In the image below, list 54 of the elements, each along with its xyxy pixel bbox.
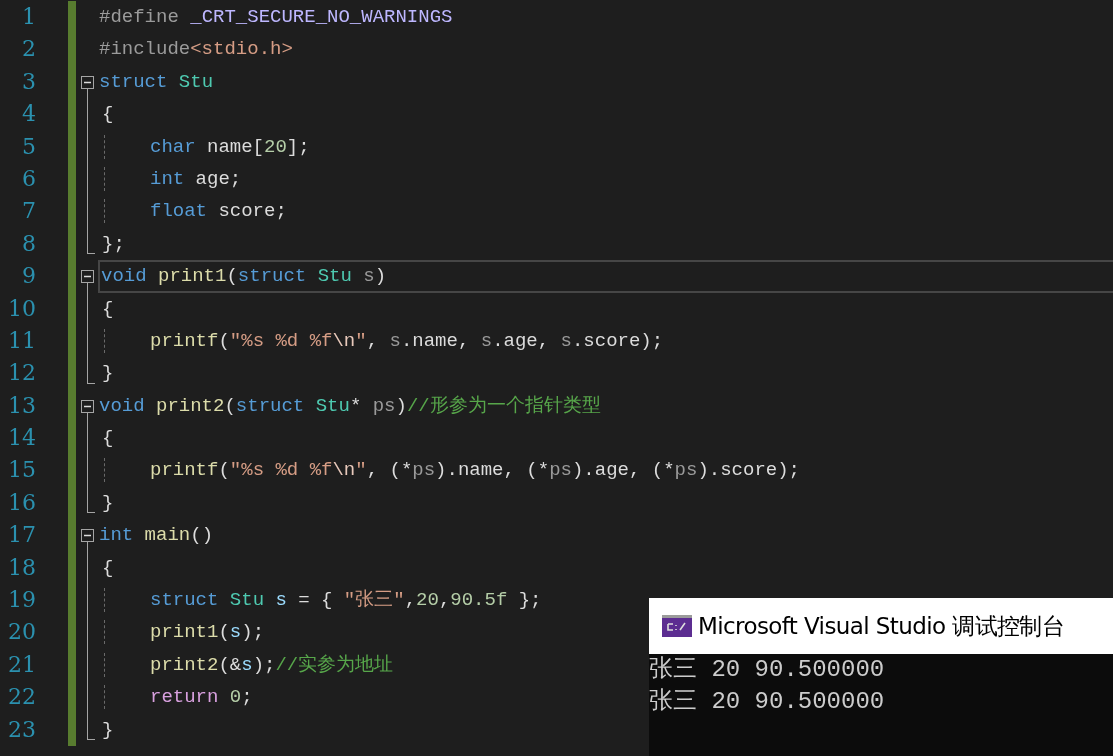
- code-line: printf("%s %d %f\n", s.name, s.age, s.score);: [104, 328, 664, 353]
- line-number: 12: [7, 359, 36, 388]
- line-number: 19: [7, 586, 36, 615]
- line-number: 5: [21, 132, 36, 161]
- console-app-icon: [662, 615, 692, 637]
- line-number: 4: [21, 100, 36, 129]
- collapse-icon[interactable]: [81, 75, 94, 89]
- line-number: 6: [21, 164, 36, 193]
- line-number: 2: [21, 35, 36, 64]
- line-number: 11: [7, 326, 36, 355]
- line-number: 10: [7, 294, 36, 323]
- line-number: 14: [7, 424, 36, 453]
- code-line: {: [101, 102, 114, 128]
- code-line: }: [101, 490, 114, 516]
- line-number: 18: [7, 553, 36, 582]
- collapse-icon[interactable]: [81, 399, 94, 413]
- line-number: 23: [7, 715, 36, 744]
- line-number: 16: [7, 488, 36, 517]
- code-line: struct Stu s = { "张三",20,90.5f };: [104, 588, 542, 613]
- code-line: float score;: [104, 199, 287, 224]
- line-number: 13: [7, 391, 36, 420]
- line-number: 1: [21, 3, 36, 31]
- console-output-line: 张三 20 90.500000: [649, 655, 885, 685]
- code-line: #include<stdio.h>: [98, 37, 293, 63]
- line-number: 7: [21, 197, 36, 226]
- line-number: 9: [21, 262, 36, 291]
- line-number: 20: [7, 618, 36, 647]
- code-line: print2(&s);//实参为地址: [104, 652, 394, 677]
- code-line: void print2(struct Stu* ps)//形参为一个指针类型: [98, 393, 601, 419]
- window-title: Microsoft Visual Studio 调试控制台: [698, 611, 1065, 641]
- code-line: {: [101, 555, 114, 581]
- code-line: {: [101, 426, 114, 452]
- collapse-icon[interactable]: [81, 529, 94, 543]
- code-line: };: [101, 231, 125, 257]
- code-line: }: [101, 717, 114, 743]
- code-line: }: [101, 361, 114, 387]
- console-output-line: 张三 20 90.500000: [649, 687, 885, 717]
- line-number: 22: [7, 683, 36, 712]
- line-number: 17: [7, 521, 36, 550]
- code-line: #define _CRT_SECURE_NO_WARNINGS: [98, 5, 453, 30]
- line-number: 8: [21, 229, 36, 258]
- code-line: int age;: [104, 166, 242, 191]
- code-line: char name[20];: [104, 134, 310, 159]
- code-line: print1(s);: [104, 620, 265, 645]
- line-number: 3: [21, 67, 36, 96]
- line-number: 15: [7, 456, 36, 485]
- code-line: void print1(struct Stu s): [98, 260, 1113, 293]
- code-line: {: [101, 296, 114, 322]
- code-line: return 0;: [104, 685, 253, 710]
- code-line: struct Stu: [98, 69, 214, 95]
- line-number: 21: [7, 650, 36, 679]
- code-line: int main(): [98, 523, 214, 549]
- collapse-icon[interactable]: [81, 270, 94, 284]
- code-line: printf("%s %d %f\n", (*ps).name, (*ps).age, (*ps).score);: [104, 458, 800, 483]
